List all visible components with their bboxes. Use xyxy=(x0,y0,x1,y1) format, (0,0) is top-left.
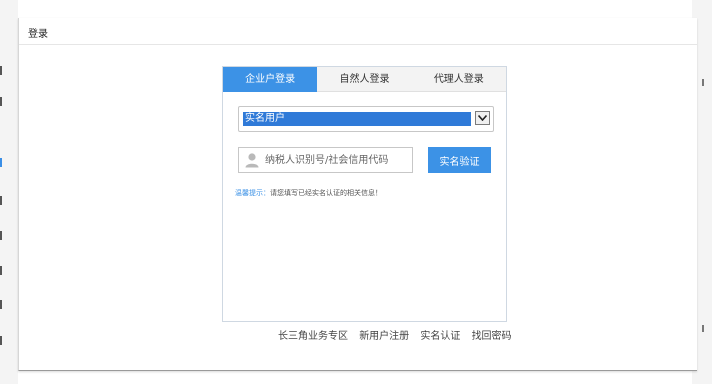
link-recover-password[interactable]: 找回密码 xyxy=(472,331,512,342)
hint-text: 请您填写已经实名认证的相关信息！ xyxy=(270,189,382,197)
background-marker xyxy=(0,336,2,345)
background-marker xyxy=(0,97,2,106)
login-dialog: 登录 企业户登录 自然人登录 代理人登录 实名用户 实名验证 温馨提示： xyxy=(18,18,697,371)
login-panel: 企业户登录 自然人登录 代理人登录 实名用户 实名验证 温馨提示：请您填写已经实… xyxy=(222,66,507,322)
tab-enterprise-login[interactable]: 企业户登录 xyxy=(223,67,318,92)
tab-agent-login[interactable]: 代理人登录 xyxy=(411,67,506,92)
link-real-name-auth[interactable]: 实名认证 xyxy=(420,331,460,342)
login-tabs: 企业户登录 自然人登录 代理人登录 xyxy=(223,67,506,92)
hint-message: 温馨提示：请您填写已经实名认证的相关信息！ xyxy=(235,188,382,198)
link-new-user-register[interactable]: 新用户注册 xyxy=(359,331,409,342)
background-page-left xyxy=(0,0,18,384)
background-marker xyxy=(0,231,2,240)
taxpayer-id-input[interactable] xyxy=(265,150,405,170)
background-marker xyxy=(0,196,2,205)
dialog-title: 登录 xyxy=(28,29,48,40)
background-marker xyxy=(0,66,2,75)
user-icon xyxy=(244,152,260,168)
tab-natural-person-login[interactable]: 自然人登录 xyxy=(317,67,412,92)
footer-links: 长三角业务专区 新用户注册 实名认证 找回密码 xyxy=(278,327,520,342)
hint-label: 温馨提示： xyxy=(235,189,270,197)
real-name-verify-button[interactable]: 实名验证 xyxy=(428,147,491,173)
chevron-down-icon[interactable] xyxy=(475,111,490,125)
user-type-select[interactable]: 实名用户 xyxy=(238,106,494,132)
dialog-titlebar: 登录 xyxy=(19,18,697,45)
background-marker xyxy=(702,79,704,86)
user-type-selected-value: 实名用户 xyxy=(243,112,471,126)
background-marker xyxy=(702,325,704,332)
link-yangtze-delta-zone[interactable]: 长三角业务专区 xyxy=(278,331,348,342)
background-marker xyxy=(0,158,2,167)
background-marker xyxy=(0,266,2,275)
background-marker xyxy=(0,300,2,309)
taxpayer-id-field[interactable] xyxy=(238,147,413,173)
